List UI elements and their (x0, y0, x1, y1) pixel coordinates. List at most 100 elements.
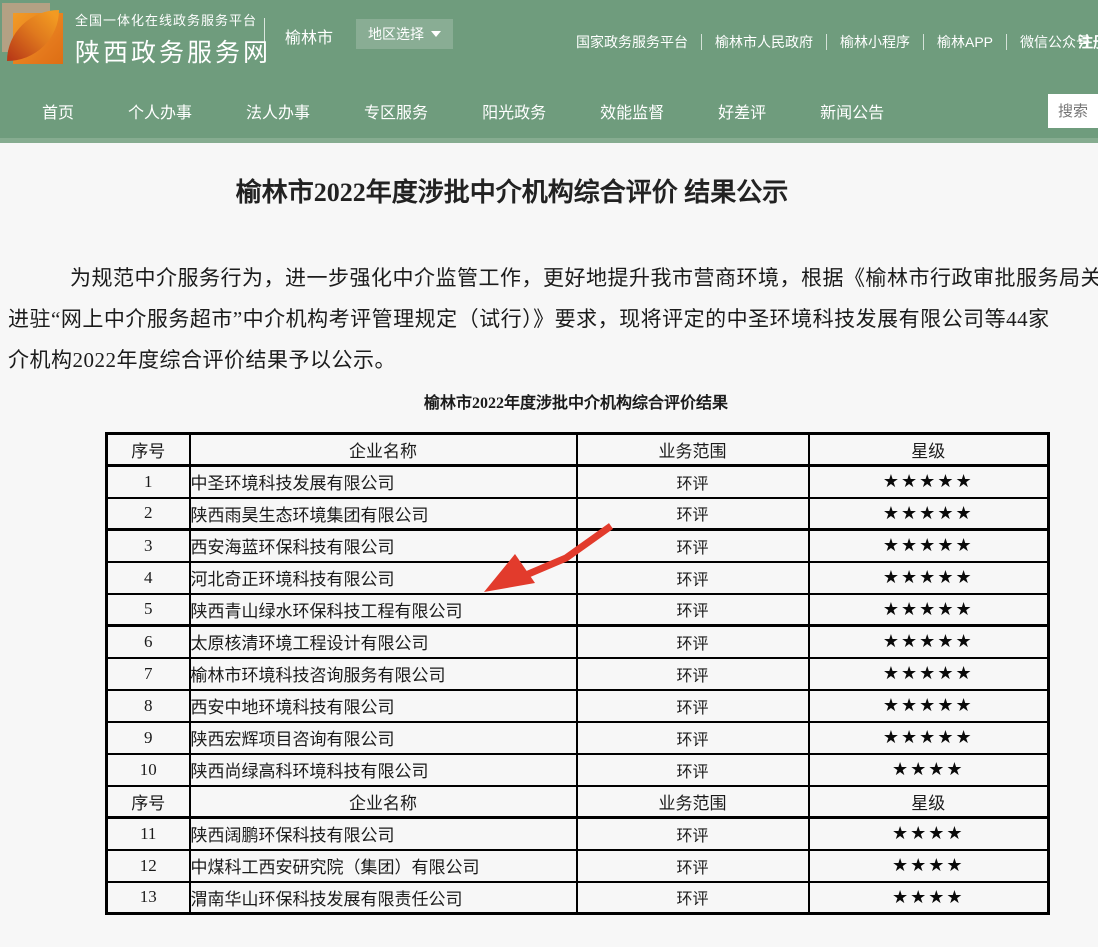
paragraph-line: 介机构2022年度综合评价结果予以公示。 (0, 340, 1098, 381)
nav-item[interactable]: 新闻公告 (820, 99, 884, 123)
cell-company-name: 西安海蓝环保科技有限公司 (190, 530, 577, 562)
table-header-row: 序号企业名称业务范围星级 (107, 434, 1049, 466)
table-row: 1中圣环境科技发展有限公司环评★★★★★ (107, 466, 1049, 498)
column-header: 序号 (107, 434, 190, 466)
column-header: 企业名称 (190, 786, 577, 818)
table-row: 4河北奇正环境科技有限公司环评★★★★★ (107, 562, 1049, 594)
nav-item[interactable]: 好差评 (718, 99, 766, 123)
cell-company-name: 太原核清环境工程设计有限公司 (190, 626, 577, 658)
table-row: 9陕西宏辉项目咨询有限公司环评★★★★★ (107, 722, 1049, 754)
cell-company-name: 西安中地环境科技有限公司 (190, 690, 577, 722)
table-row: 7榆林市环境科技咨询服务有限公司环评★★★★★ (107, 658, 1049, 690)
nav-item[interactable]: 效能监督 (600, 99, 664, 123)
cell-star-rating: ★★★★ (809, 850, 1049, 882)
cell-business-scope: 环评 (577, 562, 809, 594)
region-selector-label: 地区选择 (368, 24, 424, 44)
cell-star-rating: ★★★★★ (809, 530, 1049, 562)
cell-business-scope: 环评 (577, 658, 809, 690)
nav-item[interactable]: 法人办事 (246, 99, 310, 123)
cell-business-scope: 环评 (577, 882, 809, 914)
table-row: 2陕西雨昊生态环境集团有限公司环评★★★★★ (107, 498, 1049, 530)
cell-company-name: 陕西宏辉项目咨询有限公司 (190, 722, 577, 754)
cell-star-rating: ★★★★★ (809, 690, 1049, 722)
cell-serial-number: 11 (107, 818, 190, 850)
browser-viewport: 全国一体化在线政务服务平台 陕西政务服务网 榆林市 地区选择 国家政务服务平台榆… (0, 0, 1098, 947)
chevron-down-icon (431, 31, 441, 37)
top-link[interactable]: 榆林APP (937, 32, 993, 52)
cell-business-scope: 环评 (577, 690, 809, 722)
cell-company-name: 陕西雨昊生态环境集团有限公司 (190, 498, 577, 530)
cell-business-scope: 环评 (577, 594, 809, 626)
nav-item[interactable]: 个人办事 (128, 99, 192, 123)
main-nav: 首页 个人办事 法人办事 专区服务 阳光政务 效能监督 好差评 新闻公告 (0, 84, 1098, 138)
search-input[interactable] (1048, 94, 1098, 128)
cell-star-rating: ★★★★★ (809, 498, 1049, 530)
table-header-row: 序号企业名称业务范围星级 (107, 786, 1049, 818)
column-header: 星级 (809, 786, 1049, 818)
cell-business-scope: 环评 (577, 722, 809, 754)
cell-company-name: 中圣环境科技发展有限公司 (190, 466, 577, 498)
column-header: 业务范围 (577, 434, 809, 466)
cell-business-scope: 环评 (577, 754, 809, 786)
cell-serial-number: 4 (107, 562, 190, 594)
top-link-divider (1006, 34, 1007, 50)
top-link[interactable]: 榆林市人民政府 (715, 32, 813, 52)
cell-serial-number: 8 (107, 690, 190, 722)
cell-serial-number: 10 (107, 754, 190, 786)
cell-star-rating: ★★★★ (809, 818, 1049, 850)
cell-company-name: 渭南华山环保科技发展有限责任公司 (190, 882, 577, 914)
cell-company-name: 陕西青山绿水环保科技工程有限公司 (190, 594, 577, 626)
nav-item[interactable]: 专区服务 (364, 99, 428, 123)
top-link[interactable]: 榆林小程序 (840, 32, 910, 52)
brand-block: 全国一体化在线政务服务平台 陕西政务服务网 (75, 10, 271, 69)
table-row: 13渭南华山环保科技发展有限责任公司环评★★★★ (107, 882, 1049, 914)
cell-star-rating: ★★★★★ (809, 722, 1049, 754)
cell-serial-number: 1 (107, 466, 190, 498)
results-table-body: 序号企业名称业务范围星级1中圣环境科技发展有限公司环评★★★★★2陕西雨昊生态环… (107, 434, 1049, 914)
top-link-divider (826, 34, 827, 50)
cell-company-name: 陕西尚绿高科环境科技有限公司 (190, 754, 577, 786)
cell-star-rating: ★★★★★ (809, 658, 1049, 690)
top-links: 国家政务服务平台榆林市人民政府榆林小程序榆林APP微信公众号 (576, 0, 1090, 84)
cell-company-name: 榆林市环境科技咨询服务有限公司 (190, 658, 577, 690)
cell-company-name: 河北奇正环境科技有限公司 (190, 562, 577, 594)
cell-serial-number: 13 (107, 882, 190, 914)
table-row: 11陕西阔鹏环保科技有限公司环评★★★★ (107, 818, 1049, 850)
top-link-divider (701, 34, 702, 50)
cell-business-scope: 环评 (577, 466, 809, 498)
column-header: 序号 (107, 786, 190, 818)
header-divider (264, 18, 265, 48)
paragraph-line: 进驻“网上中介服务超市”中介机构考评管理规定（试行）》要求，现将评定的中圣环境科… (0, 299, 1098, 340)
current-city-label: 榆林市 (285, 24, 333, 48)
table-row: 8西安中地环境科技有限公司环评★★★★★ (107, 690, 1049, 722)
table-row: 3西安海蓝环保科技有限公司环评★★★★★ (107, 530, 1049, 562)
region-selector-button[interactable]: 地区选择 (356, 19, 453, 49)
nav-item[interactable]: 阳光政务 (482, 99, 546, 123)
site-logo-icon (2, 3, 64, 65)
cell-star-rating: ★★★★★ (809, 626, 1049, 658)
table-row: 12中煤科工西安研究院（集团）有限公司环评★★★★ (107, 850, 1049, 882)
notice-document: 榆林市2022年度涉批中介机构综合评价 结果公示 为规范中介服务行为，进一步强化… (0, 143, 1098, 947)
page-title: 榆林市2022年度涉批中介机构综合评价 结果公示 (0, 177, 1024, 208)
cell-company-name: 陕西阔鹏环保科技有限公司 (190, 818, 577, 850)
table-caption: 榆林市2022年度涉批中介机构综合评价结果 (105, 393, 1047, 415)
register-link[interactable]: 注册 (1078, 31, 1098, 52)
cell-business-scope: 环评 (577, 850, 809, 882)
top-link[interactable]: 国家政务服务平台 (576, 32, 688, 52)
cell-business-scope: 环评 (577, 818, 809, 850)
cell-serial-number: 2 (107, 498, 190, 530)
nav-item[interactable]: 首页 (42, 99, 74, 123)
cell-business-scope: 环评 (577, 626, 809, 658)
column-header: 企业名称 (190, 434, 577, 466)
column-header: 业务范围 (577, 786, 809, 818)
results-table: 序号企业名称业务范围星级1中圣环境科技发展有限公司环评★★★★★2陕西雨昊生态环… (105, 432, 1050, 915)
cell-star-rating: ★★★★★ (809, 594, 1049, 626)
cell-company-name: 中煤科工西安研究院（集团）有限公司 (190, 850, 577, 882)
cell-serial-number: 9 (107, 722, 190, 754)
cell-star-rating: ★★★★★ (809, 562, 1049, 594)
cell-serial-number: 6 (107, 626, 190, 658)
nav-items: 首页 个人办事 法人办事 专区服务 阳光政务 效能监督 好差评 新闻公告 (42, 84, 884, 138)
column-header: 星级 (809, 434, 1049, 466)
platform-name: 全国一体化在线政务服务平台 (75, 10, 271, 29)
top-link-divider (923, 34, 924, 50)
